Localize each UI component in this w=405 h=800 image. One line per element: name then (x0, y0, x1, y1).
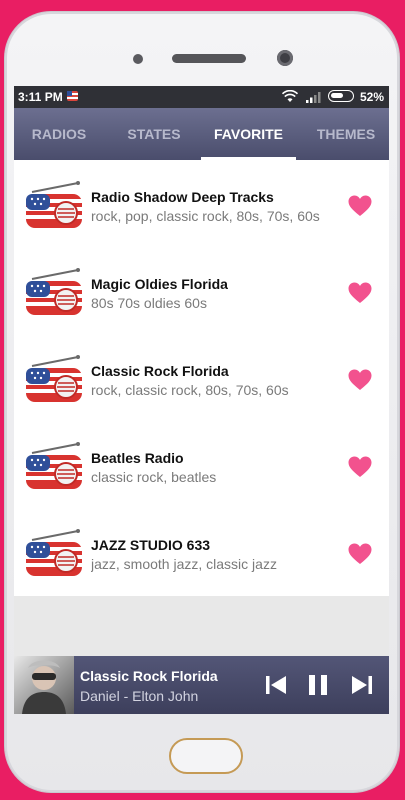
tab-favorite[interactable]: FAVORITE (201, 108, 296, 160)
cell-signal-icon (306, 92, 321, 103)
us-flag-radio-icon (26, 181, 82, 228)
station-name: Beatles Radio (91, 450, 184, 466)
station-name: Magic Oldies Florida (91, 276, 228, 292)
status-time: 3:11 PM (18, 90, 63, 104)
heart-icon[interactable] (348, 369, 372, 391)
list-item[interactable]: Radio Shadow Deep Tracks rock, pop, clas… (14, 160, 389, 247)
now-playing-station: Classic Rock Florida (80, 668, 218, 684)
album-art (14, 656, 74, 714)
status-bar: 3:11 PM 52% (14, 86, 389, 108)
skip-previous-icon[interactable] (264, 674, 288, 696)
now-playing-track: Daniel - Elton John (80, 688, 199, 704)
list-item[interactable]: Beatles Radio classic rock, beatles (14, 421, 389, 508)
earpiece-speaker (172, 54, 246, 63)
us-flag-radio-icon (26, 268, 82, 315)
tab-bar: RADIOS STATES FAVORITE THEMES (14, 108, 389, 160)
heart-icon[interactable] (348, 282, 372, 304)
list-item[interactable]: Magic Oldies Florida 80s 70s oldies 60s (14, 247, 389, 334)
pause-icon[interactable] (306, 673, 330, 697)
favorites-list: Radio Shadow Deep Tracks rock, pop, clas… (14, 160, 389, 596)
list-item[interactable]: Classic Rock Florida rock, classic rock,… (14, 334, 389, 421)
tab-radios[interactable]: RADIOS (14, 108, 104, 160)
station-name: Classic Rock Florida (91, 363, 229, 379)
heart-icon[interactable] (348, 543, 372, 565)
station-tags: rock, classic rock, 80s, 70s, 60s (91, 382, 289, 398)
heart-icon[interactable] (348, 456, 372, 478)
app-screen: 3:11 PM 52% RADIOS STATES FAVORITE THEME… (14, 86, 389, 714)
battery-icon (328, 90, 354, 102)
list-item[interactable]: JAZZ STUDIO 633 jazz, smooth jazz, class… (14, 508, 389, 595)
flag-notification-icon (67, 91, 78, 101)
station-name: JAZZ STUDIO 633 (91, 537, 211, 553)
heart-icon[interactable] (348, 195, 372, 217)
us-flag-radio-icon (26, 355, 82, 402)
proximity-sensor (133, 54, 143, 64)
wifi-icon (282, 90, 298, 102)
tab-themes[interactable]: THEMES (306, 108, 386, 160)
status-battery: 52% (360, 90, 385, 104)
tab-states[interactable]: STATES (109, 108, 199, 160)
us-flag-radio-icon (26, 442, 82, 489)
home-button[interactable] (169, 738, 243, 774)
station-tags: rock, pop, classic rock, 80s, 70s, 60s (91, 208, 320, 224)
station-tags: classic rock, beatles (91, 469, 217, 485)
front-camera (277, 50, 293, 66)
skip-next-icon[interactable] (350, 674, 374, 696)
station-name: Radio Shadow Deep Tracks (91, 189, 274, 205)
us-flag-radio-icon (26, 529, 82, 576)
now-playing-bar[interactable]: Classic Rock Florida Daniel - Elton John (14, 656, 389, 714)
station-tags: 80s 70s oldies 60s (91, 295, 207, 311)
station-tags: jazz, smooth jazz, classic jazz (91, 556, 277, 572)
